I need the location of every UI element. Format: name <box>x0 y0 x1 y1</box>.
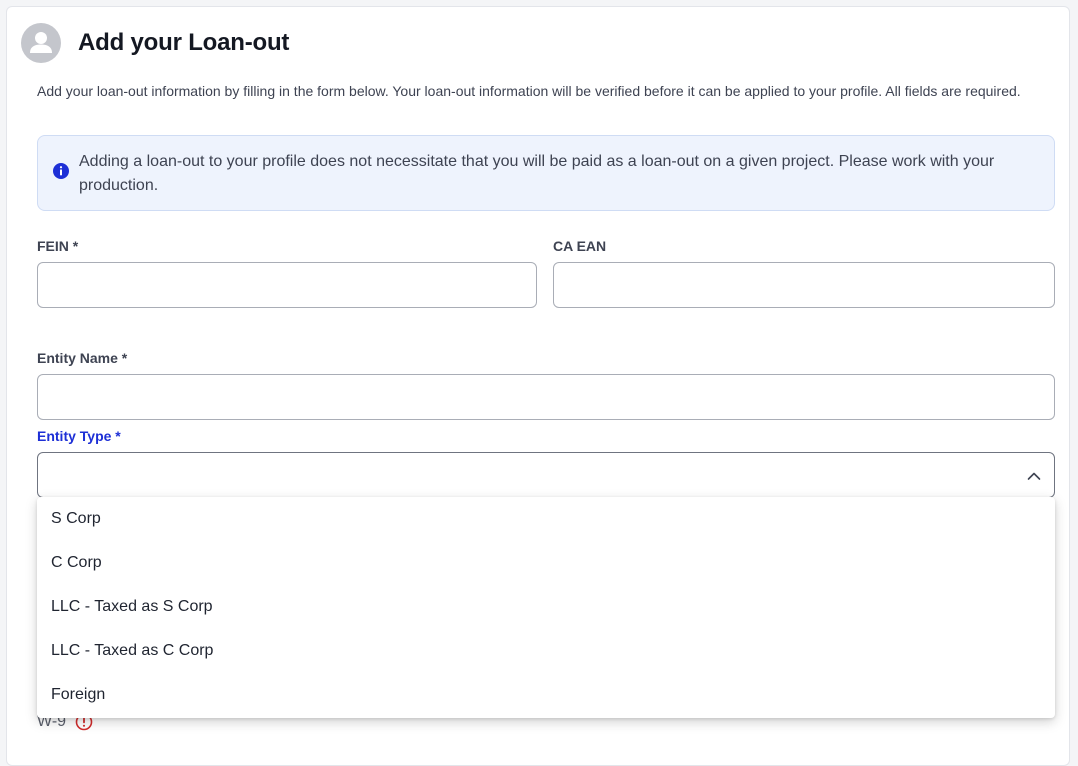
info-banner: Adding a loan-out to your profile does n… <box>37 135 1055 211</box>
fein-label: FEIN * <box>37 238 79 254</box>
entity-type-option-llc-s-corp[interactable]: LLC - Taxed as S Corp <box>37 585 1055 629</box>
entity-type-option-s-corp[interactable]: S Corp <box>37 497 1055 541</box>
entity-type-option-c-corp[interactable]: C Corp <box>37 541 1055 585</box>
ca-ean-input[interactable] <box>553 262 1055 308</box>
fein-input[interactable] <box>37 262 537 308</box>
ca-ean-label: CA EAN <box>553 238 607 254</box>
info-banner-text: Adding a loan-out to your profile does n… <box>79 153 995 194</box>
entity-name-label: Entity Name * <box>37 350 128 366</box>
entity-type-dropdown: S Corp C Corp LLC - Taxed as S Corp LLC … <box>37 497 1055 718</box>
card-header: Add your Loan-out <box>21 23 289 63</box>
entity-type-option-foreign[interactable]: Foreign <box>37 673 1055 717</box>
info-icon <box>52 162 70 185</box>
entity-type-label: Entity Type * <box>37 428 121 444</box>
entity-type-select[interactable] <box>37 452 1055 498</box>
form-description: Add your loan-out information by filling… <box>37 83 1021 99</box>
entity-name-input[interactable] <box>37 374 1055 420</box>
page-title: Add your Loan-out <box>78 29 290 56</box>
chevron-up-icon[interactable] <box>1026 468 1042 489</box>
loan-out-card: Add your Loan-out Add your loan-out info… <box>6 6 1070 766</box>
user-avatar-icon <box>21 23 61 63</box>
entity-type-option-llc-c-corp[interactable]: LLC - Taxed as C Corp <box>37 629 1055 673</box>
